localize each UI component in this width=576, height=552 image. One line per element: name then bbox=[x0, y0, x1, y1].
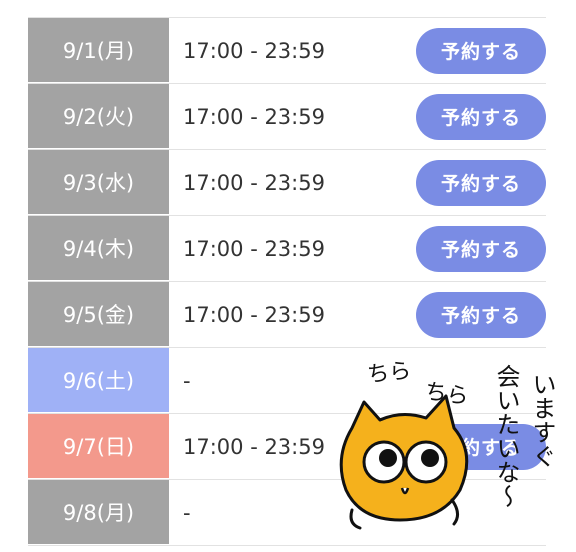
time-cell: 17:00 - 23:59 bbox=[183, 434, 325, 459]
schedule-row: 9/1(月) 17:00 - 23:59 予約する bbox=[28, 17, 546, 83]
date-cell: 9/5(金) bbox=[28, 282, 169, 347]
time-cell: 17:00 - 23:59 bbox=[183, 104, 325, 129]
reserve-button[interactable]: 予約する bbox=[416, 225, 546, 272]
date-cell: 9/8(月) bbox=[28, 480, 169, 545]
time-cell: 17:00 - 23:59 bbox=[183, 236, 325, 261]
reserve-button[interactable]: 予約する bbox=[416, 93, 546, 140]
time-cell: 17:00 - 23:59 bbox=[183, 302, 325, 327]
schedule-row: 9/8(月) - bbox=[28, 479, 546, 546]
time-cell: - bbox=[183, 500, 191, 525]
schedule-row: 9/6(土) - bbox=[28, 347, 546, 413]
schedule-row: 9/2(火) 17:00 - 23:59 予約する bbox=[28, 83, 546, 149]
reserve-button[interactable]: 予約する bbox=[416, 27, 546, 74]
reserve-button[interactable]: 予約する bbox=[416, 159, 546, 206]
date-cell: 9/3(水) bbox=[28, 150, 169, 215]
schedule-row: 9/7(日) 17:00 - 23:59 予約する bbox=[28, 413, 546, 479]
schedule-table: 9/1(月) 17:00 - 23:59 予約する 9/2(火) 17:00 -… bbox=[28, 17, 546, 546]
schedule-row: 9/4(木) 17:00 - 23:59 予約する bbox=[28, 215, 546, 281]
time-cell: - bbox=[183, 368, 191, 393]
time-cell: 17:00 - 23:59 bbox=[183, 38, 325, 63]
date-cell: 9/1(月) bbox=[28, 18, 169, 83]
schedule-row: 9/5(金) 17:00 - 23:59 予約する bbox=[28, 281, 546, 347]
reserve-button[interactable]: 予約する bbox=[416, 291, 546, 338]
date-cell-saturday: 9/6(土) bbox=[28, 348, 169, 413]
time-cell: 17:00 - 23:59 bbox=[183, 170, 325, 195]
date-cell: 9/2(火) bbox=[28, 84, 169, 149]
date-cell-sunday: 9/7(日) bbox=[28, 414, 169, 479]
reserve-button[interactable]: 予約する bbox=[416, 423, 546, 470]
schedule-row: 9/3(水) 17:00 - 23:59 予約する bbox=[28, 149, 546, 215]
date-cell: 9/4(木) bbox=[28, 216, 169, 281]
